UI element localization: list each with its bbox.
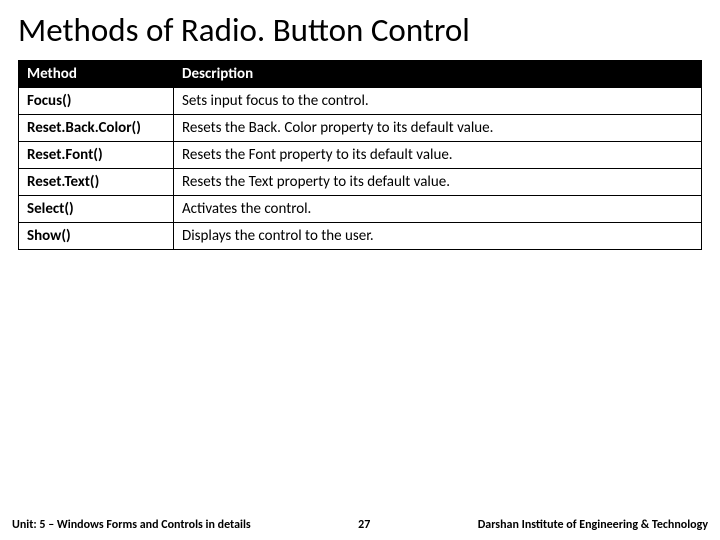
cell-description: Resets the Font property to its default …: [174, 142, 702, 169]
table-row: Reset.Text() Resets the Text property to…: [19, 169, 702, 196]
table-header-row: Method Description: [19, 61, 702, 88]
table-row: Reset.Back.Color() Resets the Back. Colo…: [19, 115, 702, 142]
cell-method: Reset.Text(): [19, 169, 174, 196]
table-row: Reset.Font() Resets the Font property to…: [19, 142, 702, 169]
cell-description: Activates the control.: [174, 196, 702, 223]
table-row: Show() Displays the control to the user.: [19, 223, 702, 250]
cell-method: Show(): [19, 223, 174, 250]
footer-page: 27: [334, 518, 394, 532]
header-description: Description: [174, 61, 702, 88]
slide: Methods of Radio. Button Control Method …: [0, 0, 720, 540]
cell-method: Select(): [19, 196, 174, 223]
cell-description: Resets the Text property to its default …: [174, 169, 702, 196]
slide-title: Methods of Radio. Button Control: [18, 10, 702, 50]
cell-description: Resets the Back. Color property to its d…: [174, 115, 702, 142]
footer-institute: Darshan Institute of Engineering & Techn…: [478, 518, 708, 532]
cell-description: Displays the control to the user.: [174, 223, 702, 250]
header-method: Method: [19, 61, 174, 88]
cell-method: Focus(): [19, 88, 174, 115]
table-row: Select() Activates the control.: [19, 196, 702, 223]
footer-unit: Unit: 5 – Windows Forms and Controls in …: [12, 518, 251, 532]
cell-description: Sets input focus to the control.: [174, 88, 702, 115]
cell-method: Reset.Font(): [19, 142, 174, 169]
footer: Unit: 5 – Windows Forms and Controls in …: [0, 518, 720, 532]
table-row: Focus() Sets input focus to the control.: [19, 88, 702, 115]
methods-table: Method Description Focus() Sets input fo…: [18, 60, 702, 250]
cell-method: Reset.Back.Color(): [19, 115, 174, 142]
